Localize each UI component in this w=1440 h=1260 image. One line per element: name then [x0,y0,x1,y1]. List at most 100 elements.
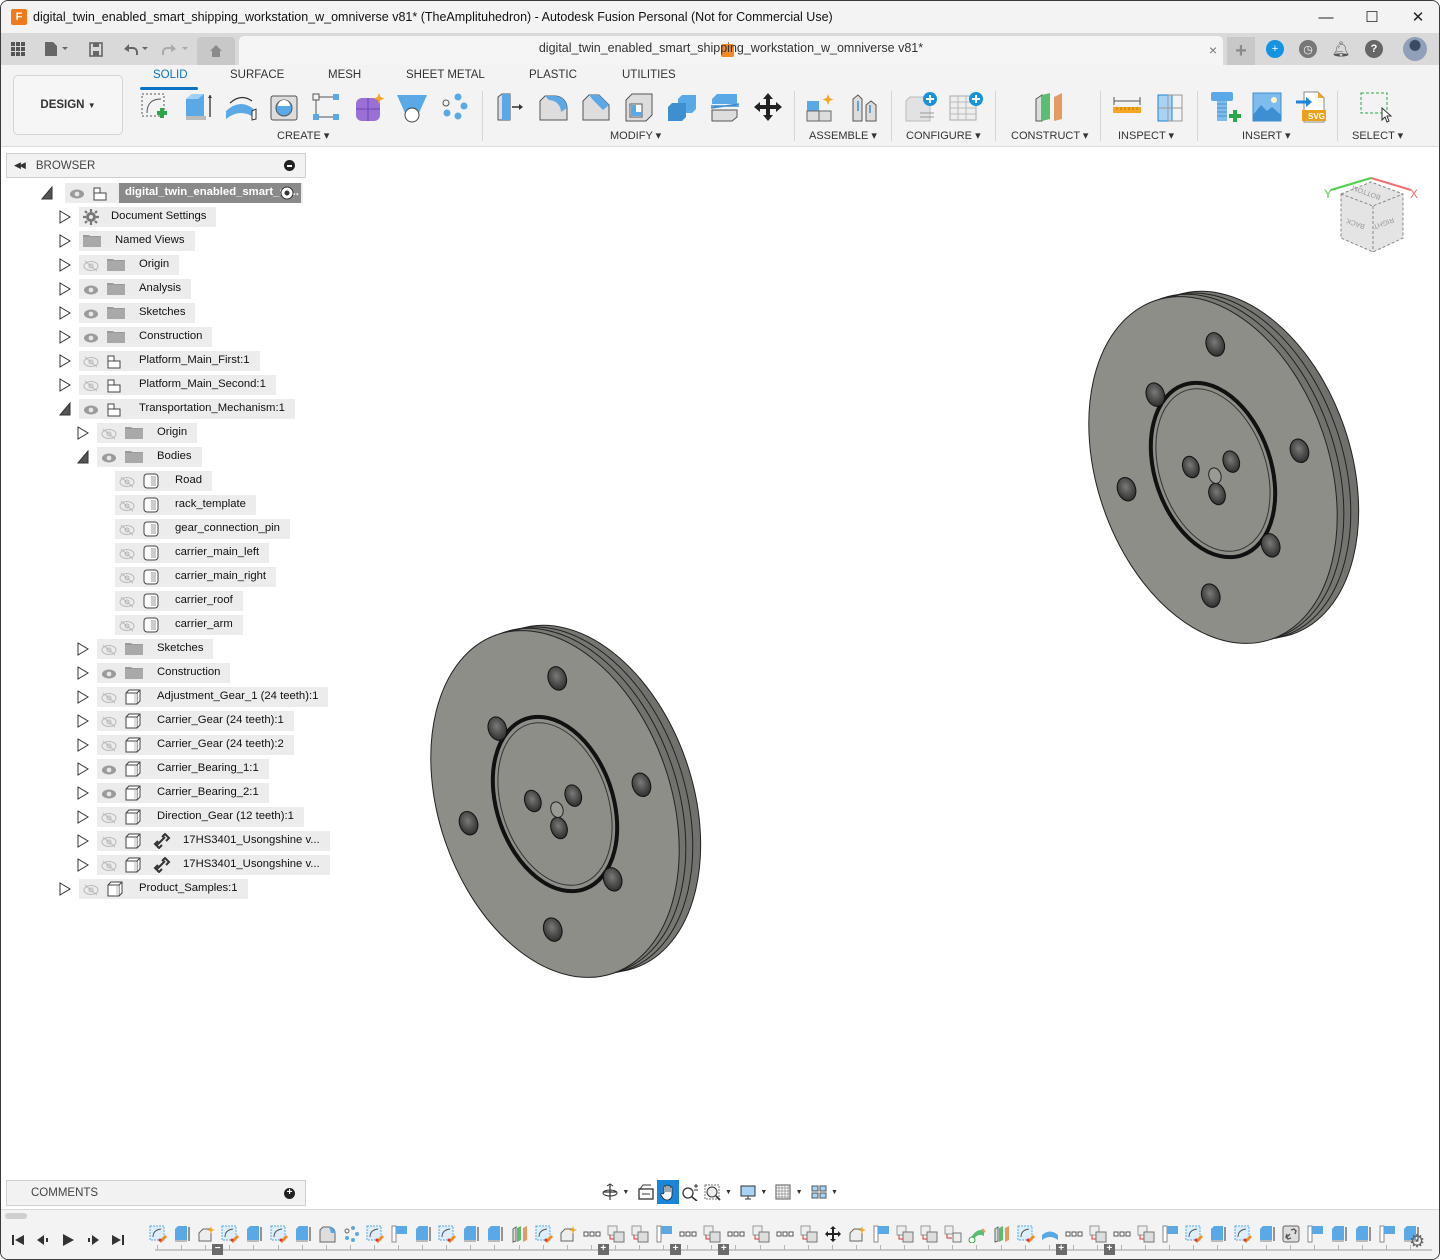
timeline-feature-joint[interactable] [800,1225,818,1243]
browser-row[interactable]: Named Views [1,229,311,253]
timeline-feature-extrude[interactable] [1258,1225,1276,1243]
help-icon[interactable]: ? [1365,40,1383,58]
visibility-eye-icon[interactable] [83,307,99,321]
minimize-button[interactable]: — [1303,1,1349,33]
timeline-feature-revolve[interactable] [1041,1225,1059,1243]
chamfer-button[interactable] [578,89,614,125]
timeline-feature-flag[interactable] [1306,1225,1324,1243]
timeline-resize-handle[interactable] [5,1213,27,1219]
joint-button[interactable] [846,89,882,125]
browser-row[interactable]: Origin [1,253,311,277]
timeline-feature-joint[interactable] [607,1225,625,1243]
browser-row[interactable]: Platform_Main_First:1 [1,349,311,373]
timeline-feature-group[interactable] [776,1225,794,1243]
hidden-eye-icon[interactable] [101,739,117,753]
browser-row[interactable]: Product_Samples:1 [1,877,311,901]
create-form-button[interactable] [351,89,387,125]
collapse-panel-icon[interactable]: ◀◀ [14,160,26,171]
timeline-feature-offset-plane[interactable] [511,1225,529,1243]
browser-row[interactable]: gear_connection_pin [1,517,311,541]
timeline-feature-sketch[interactable] [1017,1225,1035,1243]
expand-triangle-icon[interactable] [77,786,89,800]
visibility-eye-icon[interactable] [101,787,117,801]
expand-group-marker[interactable]: + [597,1244,609,1255]
document-tab[interactable]: digital_twin_enabled_smart_shipping_work… [239,36,1223,65]
timeline-feature-group[interactable] [727,1225,745,1243]
hidden-eye-icon[interactable] [101,835,117,849]
split-body-button[interactable] [707,89,743,125]
timeline-feature-sketch[interactable] [438,1225,457,1243]
configuration-table-button[interactable] [948,89,984,125]
notifications-icon[interactable]: 🔔︎ [1331,40,1350,58]
timeline-feature-flag[interactable] [1378,1225,1396,1243]
grid-snaps-button[interactable] [772,1180,794,1204]
browser-row[interactable]: Carrier_Bearing_2:1 [1,781,311,805]
browser-row[interactable]: Analysis [1,277,311,301]
look-at-button[interactable] [634,1180,656,1204]
timeline-feature-flag[interactable] [872,1225,890,1243]
browser-row[interactable]: Carrier_Gear (24 teeth):2 [1,733,311,757]
browser-row[interactable]: Bodies [1,445,311,469]
timeline-feature-sketch[interactable] [221,1225,240,1243]
job-status-icon[interactable]: ◷ [1299,40,1317,58]
browser-row[interactable]: Direction_Gear (12 teeth):1 [1,805,311,829]
comments-panel[interactable]: COMMENTS + [6,1180,306,1206]
rectangular-pattern-button[interactable] [308,89,344,125]
orbit-button[interactable] [599,1180,621,1204]
visibility-eye-icon[interactable] [101,763,117,777]
expand-triangle-icon[interactable] [77,666,89,680]
browser-row[interactable]: Construction [1,325,311,349]
loft-button[interactable] [394,89,430,125]
maximize-button[interactable]: ☐ [1349,1,1395,33]
expand-group-marker[interactable]: + [718,1244,730,1255]
inspect-group-label[interactable]: INSPECT ▾ [1118,129,1174,142]
zoom-dropdown-caret[interactable]: ▼ [725,1189,732,1196]
insert-mcmaster-button[interactable] [1208,89,1244,125]
expand-triangle-icon[interactable] [59,354,71,368]
browser-row[interactable]: Origin [1,421,311,445]
hidden-eye-icon[interactable] [83,259,99,273]
collapse-group-marker[interactable]: − [212,1244,224,1255]
visibility-eye-icon[interactable] [101,667,117,681]
pan-button[interactable] [656,1180,680,1204]
timeline-feature-sketch[interactable] [1185,1225,1204,1243]
home-button[interactable] [197,37,235,65]
hidden-eye-icon[interactable] [83,355,99,369]
expand-triangle-icon[interactable] [77,762,89,776]
timeline-feature-extrude[interactable] [414,1225,432,1243]
revolve-button[interactable] [223,89,259,125]
expand-group-marker[interactable]: + [1055,1244,1067,1255]
timeline-feature-form[interactable] [559,1225,577,1243]
timeline-last-button[interactable] [110,1232,126,1248]
circular-pattern-button[interactable] [436,89,472,125]
timeline-feature-joint[interactable] [752,1225,770,1243]
expand-triangle-icon[interactable] [59,258,71,272]
hidden-eye-icon[interactable] [83,883,99,897]
file-menu-button[interactable] [41,39,73,59]
add-comment-icon[interactable]: + [284,1188,295,1199]
carrier-bearing-model[interactable] [387,590,744,1013]
timeline-feature-joint[interactable] [896,1225,914,1243]
hidden-eye-icon[interactable] [101,859,117,873]
timeline-feature-form[interactable] [848,1225,866,1243]
fit-button[interactable] [702,1180,724,1204]
tab-mesh[interactable]: MESH [328,69,361,81]
tab-solid[interactable]: SOLID [153,69,188,81]
browser-row[interactable]: Sketches [1,637,311,661]
tab-plastic[interactable]: PLASTIC [529,69,577,81]
viewports-dropdown-caret[interactable]: ▼ [831,1189,838,1196]
user-avatar[interactable] [1403,37,1427,61]
hidden-eye-icon[interactable] [119,619,135,633]
browser-row[interactable]: carrier_main_left [1,541,311,565]
timeline-feature-joint[interactable] [1137,1225,1155,1243]
configure-group-label[interactable]: CONFIGURE ▾ [906,129,981,142]
timeline-feature-sketch[interactable] [1234,1225,1252,1243]
timeline-feature-sketch[interactable] [366,1225,384,1243]
timeline-feature-move[interactable] [824,1225,842,1243]
press-pull-button[interactable] [492,89,528,125]
expand-triangle-icon[interactable] [77,714,89,728]
browser-row[interactable]: Road [1,469,311,493]
timeline-feature-extrude[interactable] [1354,1225,1372,1243]
shell-button[interactable] [621,89,657,125]
hole-button[interactable] [266,89,302,125]
